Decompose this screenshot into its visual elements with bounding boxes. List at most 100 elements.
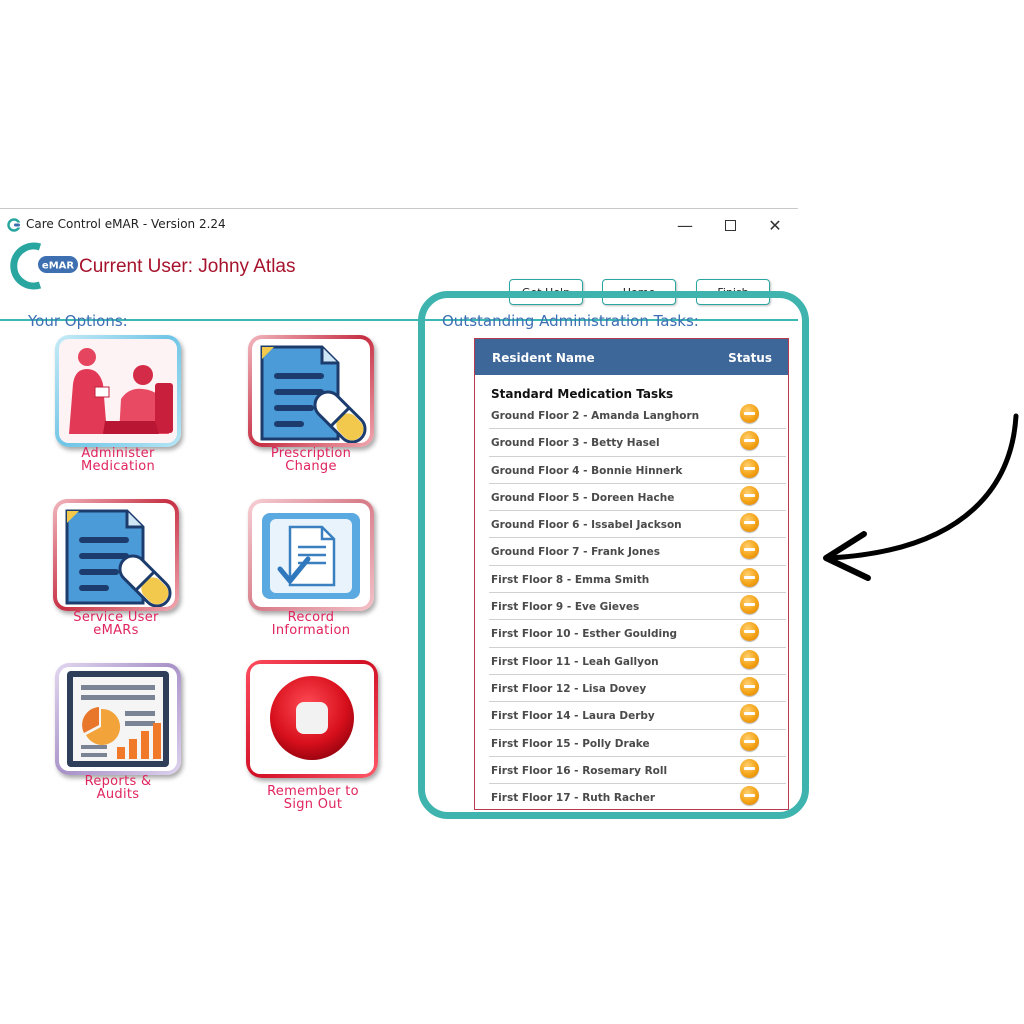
tile-body xyxy=(59,339,177,443)
tasks-heading: Outstanding Administration Tasks: xyxy=(442,312,699,330)
resident-name: First Floor 8 - Emma Smith xyxy=(491,573,650,586)
get-help-button[interactable]: Get Help xyxy=(509,279,583,305)
table-row[interactable]: First Floor 8 - Emma Smith xyxy=(475,566,788,594)
resident-name: Ground Floor 3 - Betty Hasel xyxy=(491,437,660,450)
document-pill-icon xyxy=(65,509,172,607)
resident-name: First Floor 16 - Rosemary Roll xyxy=(491,764,668,777)
tile-label: Service User eMARs xyxy=(73,610,159,638)
resident-name: First Floor 15 - Polly Drake xyxy=(491,737,650,750)
pending-minus-icon[interactable] xyxy=(740,595,759,615)
app-header: eMAR Current User: Johny Atlas Get Help … xyxy=(0,239,798,321)
table-row[interactable]: Ground Floor 7 - Frank Jones xyxy=(475,538,788,566)
pending-minus-icon[interactable] xyxy=(740,404,759,423)
table-row[interactable]: Ground Floor 2 - Amanda Langhorn xyxy=(475,402,788,430)
pending-minus-icon[interactable] xyxy=(740,567,759,587)
document-check-icon xyxy=(262,513,360,599)
resident-name: First Floor 17 - Ruth Racher xyxy=(491,792,656,805)
reports-audits-tile[interactable]: Reports & Audits xyxy=(55,663,185,813)
task-rows: Ground Floor 2 - Amanda Langhorn Ground F… xyxy=(475,402,788,809)
sign-out-tile[interactable]: Remember to Sign Out xyxy=(246,660,378,811)
tile-body xyxy=(250,664,374,774)
pending-minus-icon[interactable] xyxy=(740,731,759,751)
tile-body xyxy=(57,503,175,607)
service-user-emars-tile[interactable]: Service User eMARs xyxy=(53,499,183,649)
tile-label: Reports & Audits xyxy=(84,774,152,802)
current-user-label: Current User: Johny Atlas xyxy=(79,256,296,277)
tile-frame xyxy=(55,335,181,447)
pointer-arrow-icon xyxy=(823,413,1019,581)
close-icon: ✕ xyxy=(768,215,782,235)
table-row[interactable]: First Floor 12 - Lisa Dovey xyxy=(475,675,788,703)
tile-frame xyxy=(53,499,179,611)
table-row[interactable]: First Floor 17 - Ruth Racher xyxy=(475,784,788,809)
finish-button[interactable]: Finish xyxy=(696,279,770,305)
pending-minus-icon[interactable] xyxy=(740,458,759,478)
pending-minus-icon[interactable] xyxy=(740,485,759,505)
resident-name: Ground Floor 7 - Frank Jones xyxy=(491,546,660,559)
table-row[interactable]: First Floor 14 - Laura Derby xyxy=(475,702,788,730)
administer-medication-tile[interactable]: Administer Medication xyxy=(55,335,185,485)
tile-body xyxy=(252,339,370,443)
home-button[interactable]: Home xyxy=(602,279,676,305)
table-row[interactable]: Ground Floor 3 - Betty Hasel xyxy=(475,429,788,457)
pending-minus-icon[interactable] xyxy=(740,540,759,560)
tile-frame xyxy=(248,335,374,447)
close-button[interactable]: ✕ xyxy=(755,213,795,237)
pending-minus-icon[interactable] xyxy=(740,758,759,778)
app-window: Care Control eMAR - Version 2.24 — ✕ eMA… xyxy=(0,208,798,828)
tile-label: Prescription Change xyxy=(270,446,352,474)
tasks-table: Resident Name Status Standard Medication… xyxy=(474,338,789,810)
resident-name: First Floor 9 - Eve Gieves xyxy=(491,601,640,614)
tile-frame xyxy=(246,660,378,778)
column-header-name[interactable]: Resident Name xyxy=(492,351,595,365)
pending-minus-icon[interactable] xyxy=(740,431,759,451)
stop-icon xyxy=(270,676,354,760)
tile-body xyxy=(252,503,370,607)
window-title: Care Control eMAR - Version 2.24 xyxy=(26,217,226,231)
pending-minus-icon[interactable] xyxy=(740,704,759,724)
prescription-change-tile[interactable]: Prescription Change xyxy=(248,335,378,485)
resident-name: First Floor 11 - Leah Gallyon xyxy=(491,655,659,668)
table-row[interactable]: Ground Floor 5 - Doreen Hache xyxy=(475,484,788,512)
report-chart-icon xyxy=(67,671,169,767)
emar-logo: eMAR xyxy=(10,242,78,290)
logo-text: eMAR xyxy=(42,261,74,272)
group-heading: Standard Medication Tasks xyxy=(491,387,674,401)
table-header: Resident Name Status xyxy=(475,339,788,375)
table-row[interactable]: First Floor 9 - Eve Gieves xyxy=(475,593,788,621)
options-heading: Your Options: xyxy=(28,312,128,330)
title-bar: Care Control eMAR - Version 2.24 — ✕ xyxy=(0,209,798,239)
tile-label: Administer Medication xyxy=(80,446,156,474)
column-header-status[interactable]: Status xyxy=(728,351,772,365)
table-row[interactable]: First Floor 10 - Esther Goulding xyxy=(475,620,788,648)
resident-name: First Floor 12 - Lisa Dovey xyxy=(491,682,647,695)
minimize-icon: — xyxy=(677,215,693,235)
pending-minus-icon[interactable] xyxy=(740,649,759,669)
pending-minus-icon[interactable] xyxy=(740,786,759,806)
table-row[interactable]: Ground Floor 6 - Issabel Jackson xyxy=(475,511,788,539)
nurse-patient-icon xyxy=(59,339,177,443)
resident-name: Ground Floor 5 - Doreen Hache xyxy=(491,491,675,504)
maximize-icon xyxy=(724,219,736,231)
resident-name: Ground Floor 4 - Bonnie Hinnerk xyxy=(491,464,683,477)
pending-minus-icon[interactable] xyxy=(740,622,759,642)
resident-name: Ground Floor 2 - Amanda Langhorn xyxy=(491,410,700,422)
minimize-button[interactable]: — xyxy=(665,213,705,237)
pending-minus-icon[interactable] xyxy=(740,513,759,533)
maximize-button[interactable] xyxy=(710,213,750,237)
resident-name: First Floor 10 - Esther Goulding xyxy=(491,628,678,641)
prescription-pill-icon xyxy=(260,345,367,443)
resident-name: Ground Floor 6 - Issabel Jackson xyxy=(491,519,682,532)
tile-label: Record Information xyxy=(271,610,351,638)
table-row[interactable]: First Floor 16 - Rosemary Roll xyxy=(475,757,788,785)
tile-frame xyxy=(248,499,374,611)
resident-name: First Floor 14 - Laura Derby xyxy=(491,710,655,723)
tile-body xyxy=(59,667,177,771)
table-row[interactable]: Ground Floor 4 - Bonnie Hinnerk xyxy=(475,457,788,484)
pending-minus-icon[interactable] xyxy=(740,676,759,696)
tile-label: Remember to Sign Out xyxy=(267,784,359,812)
app-logo-icon xyxy=(7,218,21,232)
table-row[interactable]: First Floor 11 - Leah Gallyon xyxy=(475,648,788,675)
table-row[interactable]: First Floor 15 - Polly Drake xyxy=(475,730,788,757)
record-information-tile[interactable]: Record Information xyxy=(248,499,378,649)
